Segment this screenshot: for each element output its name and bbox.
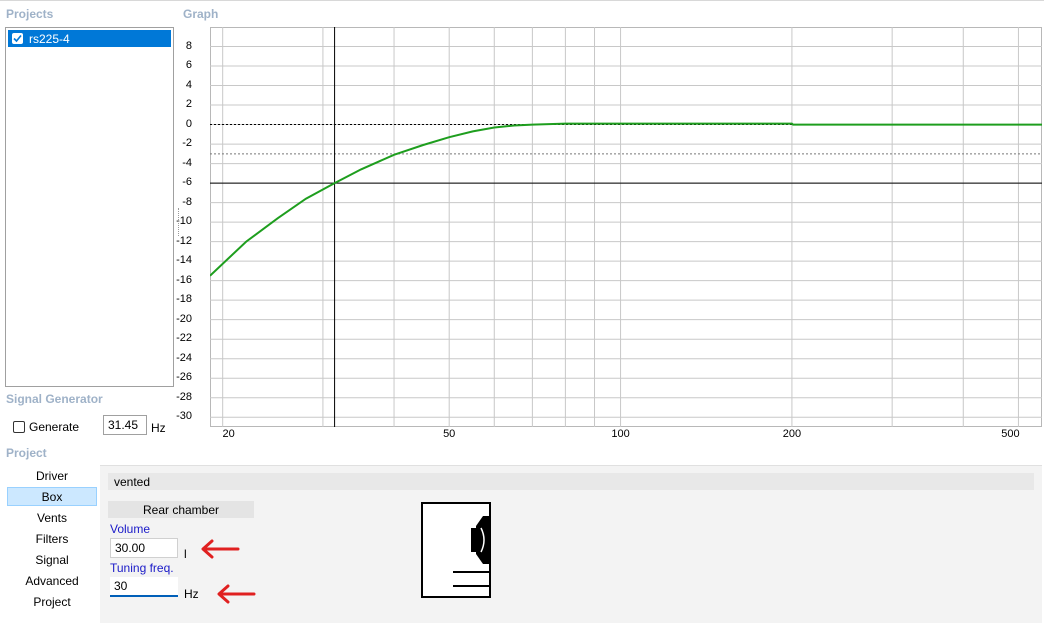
project-title: Project [6,446,47,460]
y-tick-label: -6 [182,176,192,189]
y-tick-label: 0 [185,117,192,130]
nav-filters[interactable]: Filters [7,529,97,548]
nav-vents[interactable]: Vents [7,508,97,527]
nav-advanced[interactable]: Advanced [7,571,97,590]
x-tick-label: 200 [782,428,802,440]
y-tick-label: -20 [176,312,192,325]
y-tick-label: 6 [185,59,192,72]
x-tick-label: 500 [1001,428,1020,440]
tuning-label: Tuning freq. [110,561,174,575]
nav-project[interactable]: Project [7,592,97,611]
volume-label: Volume [110,522,151,536]
y-tick-label: -26 [176,371,192,384]
y-tick-label: -8 [182,195,192,208]
check-icon [13,34,22,43]
project-item[interactable]: rs225-4 [8,30,171,47]
splitter-grip[interactable] [178,208,181,236]
x-tick-label: 50 [443,428,456,440]
volume-input[interactable] [110,538,178,558]
y-tick-label: -16 [176,273,192,286]
frequency-unit: Hz [151,421,166,435]
generate-label: Generate [29,420,80,434]
y-tick-label: -28 [176,390,192,403]
volume-unit: l [184,547,187,561]
tuning-unit: Hz [184,587,199,601]
generate-checkbox[interactable] [13,421,25,433]
projects-list[interactable]: rs225-4 [5,27,174,387]
nav-box[interactable]: Box [7,487,97,506]
annotation-arrow-volume [201,539,240,559]
y-tick-label: -2 [182,137,192,150]
vented-box-diagram [421,502,491,598]
graph-border [210,27,1042,427]
y-tick-label: -22 [176,332,192,345]
project-checkbox[interactable] [12,33,23,44]
annotation-arrow-tuning [217,584,256,604]
y-tick-label: -24 [176,351,192,364]
y-tick-label: -4 [182,156,192,169]
y-tick-label: -18 [176,293,192,306]
nav-driver[interactable]: Driver [7,466,97,485]
y-tick-label: 2 [185,98,192,111]
signal-generator-title: Signal Generator [6,392,103,406]
y-tick-label: 4 [185,78,192,91]
y-tick-label: -30 [176,410,192,423]
x-tick-label: 20 [222,428,235,440]
y-tick-label: -14 [176,254,192,267]
projects-title: Projects [6,7,54,21]
nav-signal[interactable]: Signal [7,550,97,569]
project-name: rs225-4 [29,31,70,46]
frequency-response-graph[interactable] [210,27,1042,427]
y-tick-label: 8 [185,39,192,52]
top-divider [0,0,1044,1]
y-tick-label: -12 [176,234,192,247]
tuning-input[interactable] [110,577,178,597]
box-type-header[interactable]: vented [108,473,1034,490]
x-tick-label: 100 [611,428,630,440]
rear-chamber-header: Rear chamber [108,501,254,518]
frequency-input[interactable] [103,415,147,435]
